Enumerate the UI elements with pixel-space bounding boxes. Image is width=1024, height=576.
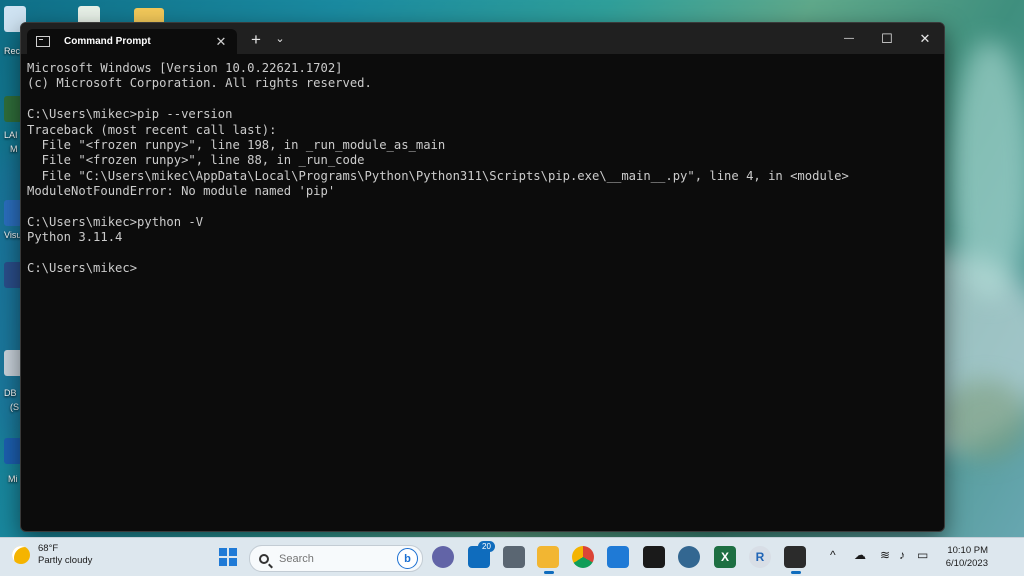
clock[interactable]: 10:10 PM 6/10/2023 — [946, 544, 988, 570]
calculator-icon[interactable] — [503, 546, 525, 568]
inkscape-icon[interactable] — [643, 546, 665, 568]
weather-temperature: 68°F — [38, 543, 59, 554]
terminal-line: Microsoft Windows [Version 10.0.22621.17… — [27, 61, 343, 75]
partly-cloudy-icon — [12, 546, 30, 564]
r-icon[interactable]: R — [749, 546, 771, 568]
search-icon — [259, 553, 269, 564]
file-explorer-icon[interactable] — [537, 546, 559, 568]
desktop-label-m: M — [10, 144, 18, 154]
chrome-icon[interactable] — [572, 546, 594, 568]
title-bar[interactable]: Command Prompt ✕ + ⌄ — ☐ ✕ — [21, 23, 944, 54]
weather-widget[interactable]: 68°F Partly cloudy — [12, 543, 92, 567]
terminal-line: File "<frozen runpy>", line 198, in _run… — [27, 137, 446, 152]
excel-icon[interactable]: X — [714, 546, 736, 568]
onedrive-icon[interactable]: ☁ — [854, 548, 866, 562]
desktop-label-mi: Mi — [8, 474, 18, 484]
vscode-icon[interactable] — [607, 546, 629, 568]
minimize-button[interactable]: — — [830, 23, 868, 54]
terminal-line: C:\Users\mikec> — [27, 261, 138, 276]
terminal-line: File "C:\Users\mikec\AppData\Local\Progr… — [27, 168, 849, 183]
desktop-label-visu: Visu — [4, 230, 22, 240]
mail-badge: 20 — [478, 541, 495, 552]
terminal-line: (c) Microsoft Corporation. All rights re… — [27, 76, 372, 91]
tab-close-icon[interactable]: ✕ — [211, 34, 231, 50]
explorer-active-indicator — [544, 571, 554, 574]
maximize-button[interactable]: ☐ — [868, 23, 906, 54]
search-input[interactable] — [277, 551, 391, 566]
chevron-up-icon[interactable]: ^ — [830, 548, 836, 562]
terminal-line: C:\Users\mikec>python -V — [27, 214, 204, 229]
clock-date: 6/10/2023 — [945, 558, 988, 569]
desktop-label-recycle: Rec — [4, 46, 21, 56]
terminal-output[interactable]: Microsoft Windows [Version 10.0.22621.17… — [21, 54, 944, 531]
wifi-icon[interactable]: ≋ — [880, 548, 890, 562]
search-box[interactable]: b — [249, 545, 423, 572]
command-prompt-window: Command Prompt ✕ + ⌄ — ☐ ✕ Microsoft Win… — [20, 22, 945, 532]
terminal-line: File "<frozen runpy>", line 88, in _run_… — [27, 153, 365, 168]
chevron-down-icon[interactable]: ⌄ — [271, 32, 289, 45]
desktop-label-s: (S — [10, 402, 19, 412]
terminal-icon — [36, 36, 50, 47]
terminal-line: Python 3.11.4 — [27, 230, 123, 245]
terminal-line: ModuleNotFoundError: No module named 'pi… — [27, 184, 336, 199]
desktop-label-lai: LAI — [4, 130, 18, 140]
close-button[interactable]: ✕ — [906, 23, 944, 54]
terminal-taskbar-icon[interactable] — [784, 546, 806, 568]
tab-command-prompt[interactable]: Command Prompt ✕ — [27, 29, 237, 54]
terminal-line: Traceback (most recent call last): — [27, 122, 277, 137]
weather-description: Partly cloudy — [38, 555, 93, 566]
new-tab-button[interactable]: + — [245, 30, 267, 50]
clock-time: 10:10 PM — [947, 545, 988, 556]
tab-title: Command Prompt — [64, 36, 151, 47]
desktop-label-db: DB — [4, 388, 17, 398]
teams-chat-icon[interactable] — [432, 546, 454, 568]
postgresql-icon[interactable] — [678, 546, 700, 568]
terminal-line: C:\Users\mikec>pip --version — [27, 107, 233, 122]
terminal-active-indicator — [791, 571, 801, 574]
bing-icon[interactable]: b — [397, 548, 418, 569]
start-button[interactable] — [217, 546, 239, 568]
taskbar: 68°F Partly cloudy b 20 X R ^ ☁ ≋ ♪ ▭ 10… — [0, 537, 1024, 576]
volume-icon[interactable]: ♪ — [899, 548, 905, 562]
battery-icon[interactable]: ▭ — [917, 548, 928, 562]
